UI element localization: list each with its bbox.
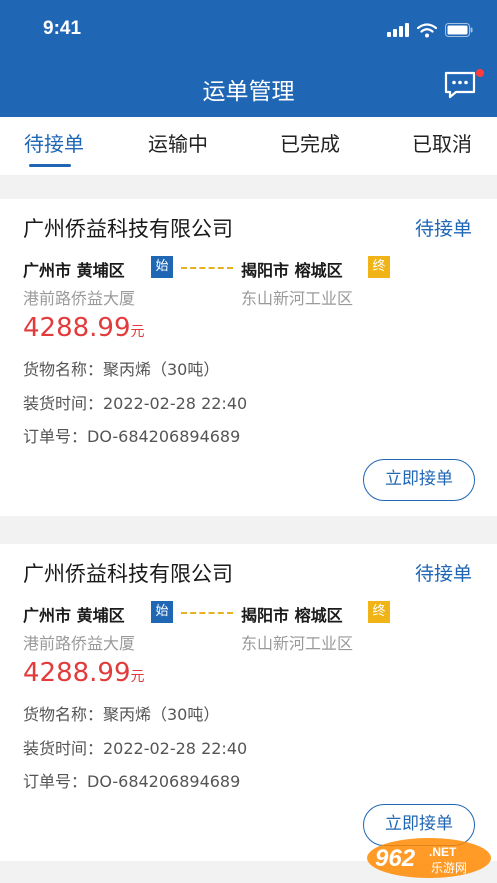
tab-bar: 待接单 运输中 已完成 已取消 bbox=[0, 117, 497, 175]
battery-icon bbox=[445, 23, 473, 37]
load-time: 装货时间：2022-02-28 22:40 bbox=[23, 394, 248, 413]
start-badge: 始 bbox=[151, 601, 173, 623]
watermark-number: 962 bbox=[375, 845, 416, 872]
origin-city: 广州市 黄埔区 bbox=[23, 261, 125, 280]
wifi-icon bbox=[417, 22, 437, 37]
end-badge: 终 bbox=[368, 256, 390, 278]
status-bar: 9:41 bbox=[0, 0, 497, 58]
start-badge: 始 bbox=[151, 256, 173, 278]
price-value: 4288.99 bbox=[23, 313, 131, 343]
app-header: 9:41 运单管理 bbox=[0, 0, 497, 117]
price-value: 4288.99 bbox=[23, 658, 131, 688]
destination-city: 揭阳市 榕城区 bbox=[241, 606, 343, 625]
status-time: 9:41 bbox=[43, 18, 82, 39]
watermark-text: 乐游网 bbox=[431, 861, 467, 875]
destination-address: 东山新河工业区 bbox=[241, 634, 354, 653]
route-dash bbox=[181, 612, 233, 614]
load-time: 装货时间：2022-02-28 22:40 bbox=[23, 739, 248, 758]
message-icon[interactable] bbox=[444, 71, 476, 99]
active-tab-indicator bbox=[29, 164, 71, 167]
tab-completed[interactable]: 已完成 bbox=[280, 128, 340, 157]
order-status: 待接单 bbox=[414, 563, 472, 585]
accept-order-button[interactable]: 立即接单 bbox=[363, 459, 475, 501]
route: 广州市 黄埔区 始 揭阳市 榕城区 终 bbox=[23, 256, 483, 280]
company-name: 广州侨益科技有限公司 bbox=[23, 217, 233, 241]
price: 4288.99元 bbox=[23, 313, 145, 343]
route: 广州市 黄埔区 始 揭阳市 榕城区 终 bbox=[23, 601, 483, 625]
notification-dot bbox=[476, 69, 484, 77]
order-card: 广州侨益科技有限公司 待接单 广州市 黄埔区 始 揭阳市 榕城区 终 港前路侨益… bbox=[0, 199, 497, 516]
order-card: 广州侨益科技有限公司 待接单 广州市 黄埔区 始 揭阳市 榕城区 终 港前路侨益… bbox=[0, 544, 497, 861]
price: 4288.99元 bbox=[23, 658, 145, 688]
origin-address: 港前路侨益大厦 bbox=[23, 289, 136, 308]
origin-address: 港前路侨益大厦 bbox=[23, 634, 136, 653]
price-unit: 元 bbox=[130, 324, 145, 340]
goods-name: 货物名称：聚丙烯（30吨） bbox=[23, 705, 220, 724]
order-status: 待接单 bbox=[414, 218, 472, 240]
end-badge: 终 bbox=[368, 601, 390, 623]
tab-cancelled[interactable]: 已取消 bbox=[412, 128, 472, 157]
watermark-suffix: .NET bbox=[429, 845, 457, 859]
origin-city: 广州市 黄埔区 bbox=[23, 606, 125, 625]
destination-city: 揭阳市 榕城区 bbox=[241, 261, 343, 280]
order-number: 订单号：DO-684206894689 bbox=[23, 427, 241, 446]
goods-name: 货物名称：聚丙烯（30吨） bbox=[23, 360, 220, 379]
route-dash bbox=[181, 267, 233, 269]
tab-in-transit[interactable]: 运输中 bbox=[148, 128, 208, 157]
company-name: 广州侨益科技有限公司 bbox=[23, 562, 233, 586]
page-title: 运单管理 bbox=[202, 79, 295, 105]
status-icons bbox=[387, 22, 473, 38]
tab-pending[interactable]: 待接单 bbox=[24, 128, 84, 157]
order-number: 订单号：DO-684206894689 bbox=[23, 772, 241, 791]
price-unit: 元 bbox=[130, 669, 145, 685]
destination-address: 东山新河工业区 bbox=[241, 289, 354, 308]
watermark-logo: 962 .NET 乐游网 bbox=[367, 838, 491, 878]
signal-icon bbox=[387, 23, 409, 37]
